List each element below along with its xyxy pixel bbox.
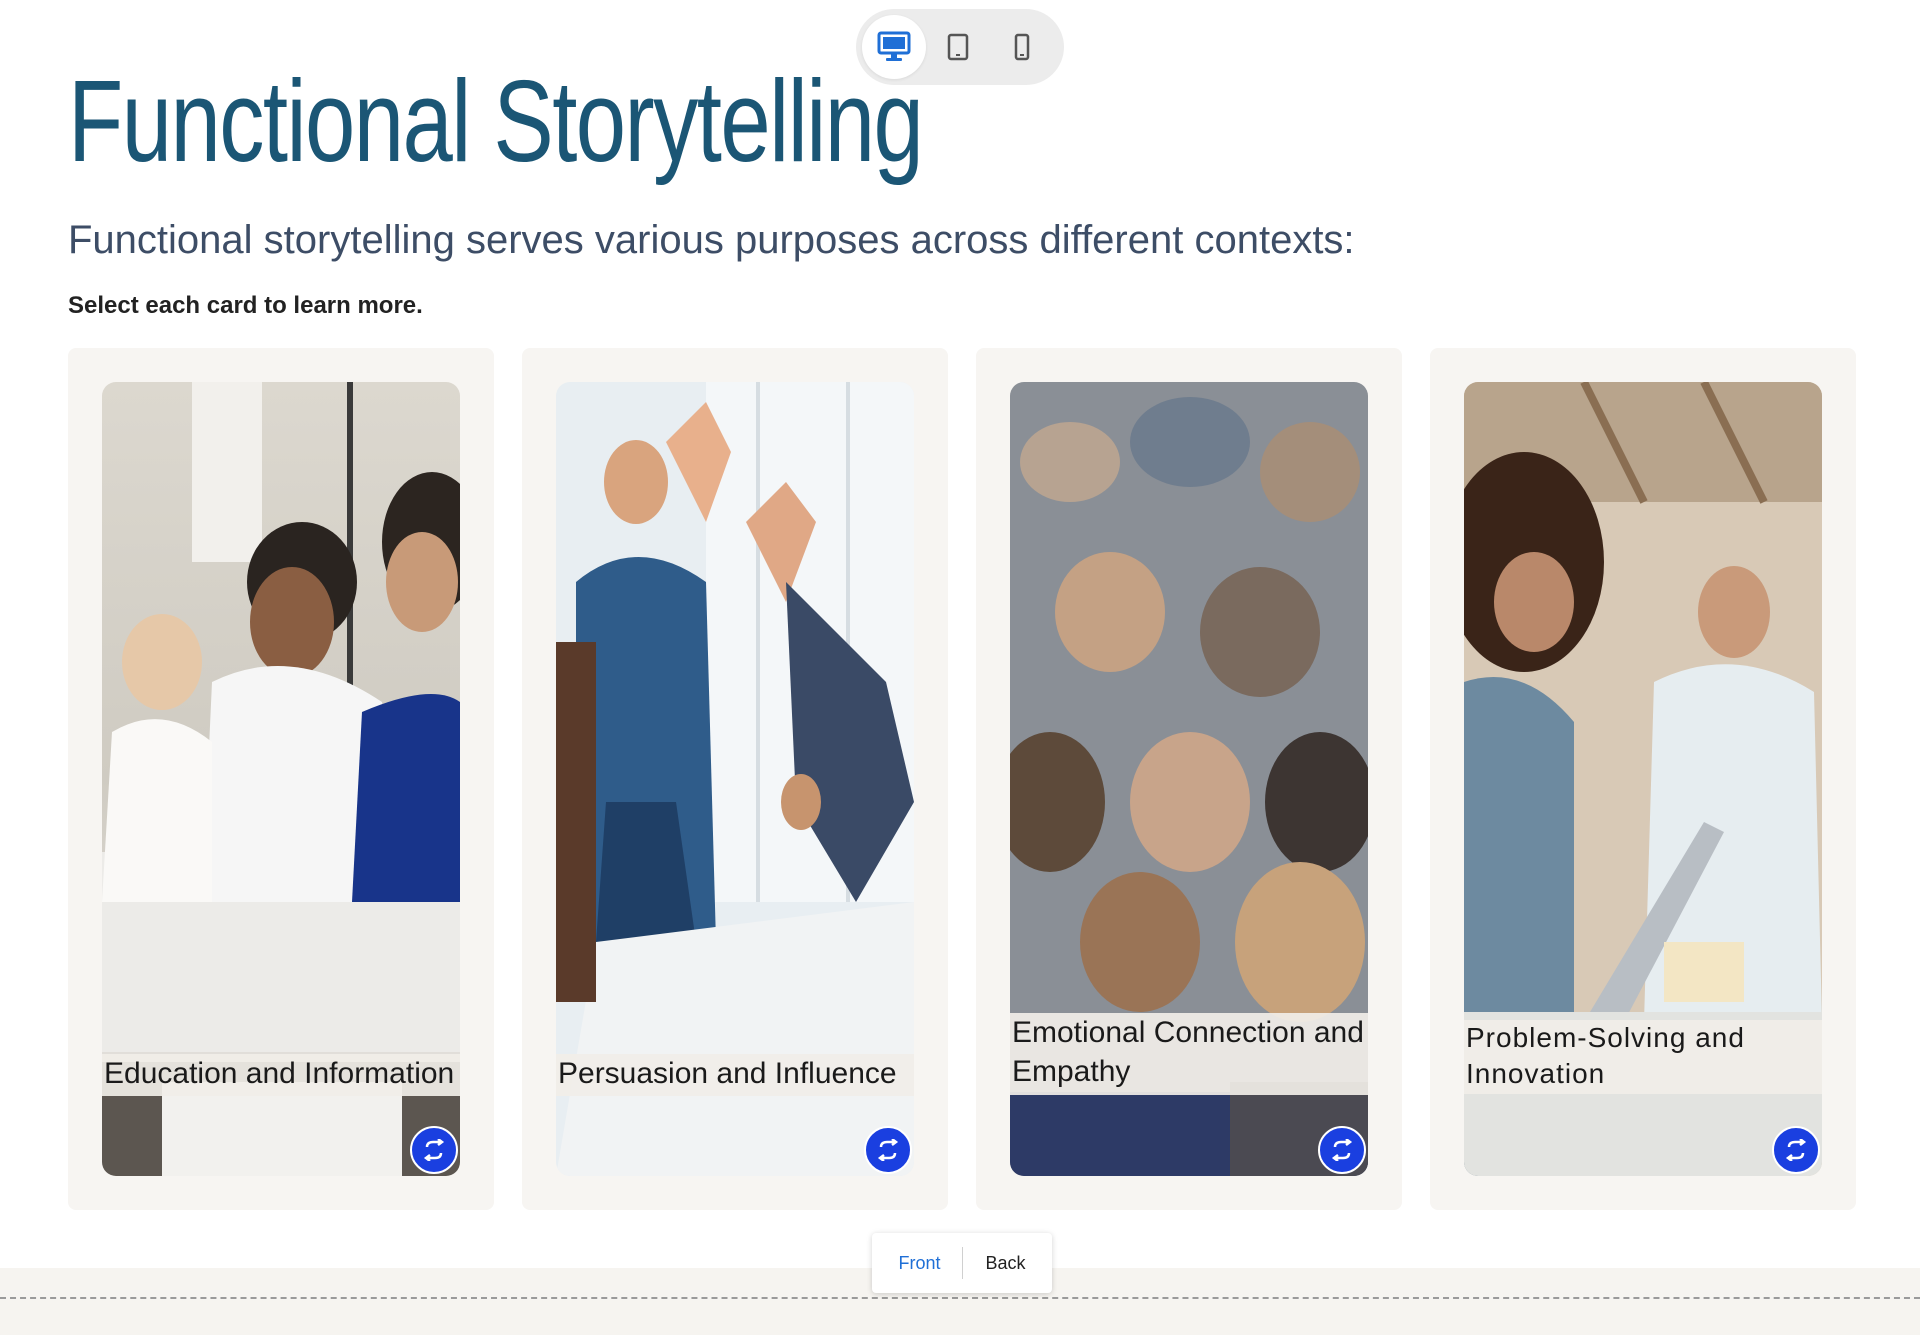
mobile-view-button[interactable] [990, 15, 1054, 79]
card-title: Emotional Connection and Empathy [1012, 1016, 1364, 1088]
flip-icon [423, 1139, 445, 1161]
flip-card-problem-solving[interactable]: Problem-Solving and Innovation [1464, 382, 1822, 1176]
flip-button[interactable] [864, 1126, 912, 1174]
flip-button[interactable] [1318, 1126, 1366, 1174]
card-label: Emotional Connection and Empathy [1010, 1013, 1368, 1095]
page-title: Functional Storytelling [68, 56, 924, 186]
flip-icon [1785, 1139, 1807, 1161]
mobile-icon [1014, 33, 1030, 61]
card-title: Education and Information [104, 1057, 455, 1090]
tablet-view-button[interactable] [926, 15, 990, 79]
card-title: Persuasion and Influence [558, 1057, 897, 1090]
card-frame: Education and Information [68, 348, 494, 1210]
flip-button[interactable] [1772, 1126, 1820, 1174]
card-label: Education and Information [102, 1054, 460, 1096]
card-label: Problem-Solving and Innovation [1464, 1020, 1822, 1094]
card-frame: Persuasion and Influence [522, 348, 948, 1210]
flip-card-education[interactable]: Education and Information [102, 382, 460, 1176]
card-frame: Emotional Connection and Empathy [976, 348, 1402, 1210]
page-subtitle: Functional storytelling serves various p… [68, 218, 1355, 262]
instruction-text: Select each card to learn more. [68, 292, 423, 319]
flip-card-emotional[interactable]: Emotional Connection and Empathy [1010, 382, 1368, 1176]
front-back-switch: Front Back [872, 1233, 1052, 1293]
flip-icon [877, 1139, 899, 1161]
back-tab[interactable]: Back [963, 1253, 1047, 1274]
tablet-icon [947, 33, 969, 61]
front-tab[interactable]: Front [876, 1253, 962, 1274]
flip-icon [1331, 1139, 1353, 1161]
card-frame: Problem-Solving and Innovation [1430, 348, 1856, 1210]
flip-card-persuasion[interactable]: Persuasion and Influence [556, 382, 914, 1176]
flip-button[interactable] [410, 1126, 458, 1174]
card-label: Persuasion and Influence [556, 1054, 914, 1096]
dashed-divider [0, 1297, 1920, 1299]
card-title: Problem-Solving and Innovation [1466, 1022, 1745, 1090]
flip-card-grid: Education and Information Persuasion and… [68, 348, 1856, 1212]
